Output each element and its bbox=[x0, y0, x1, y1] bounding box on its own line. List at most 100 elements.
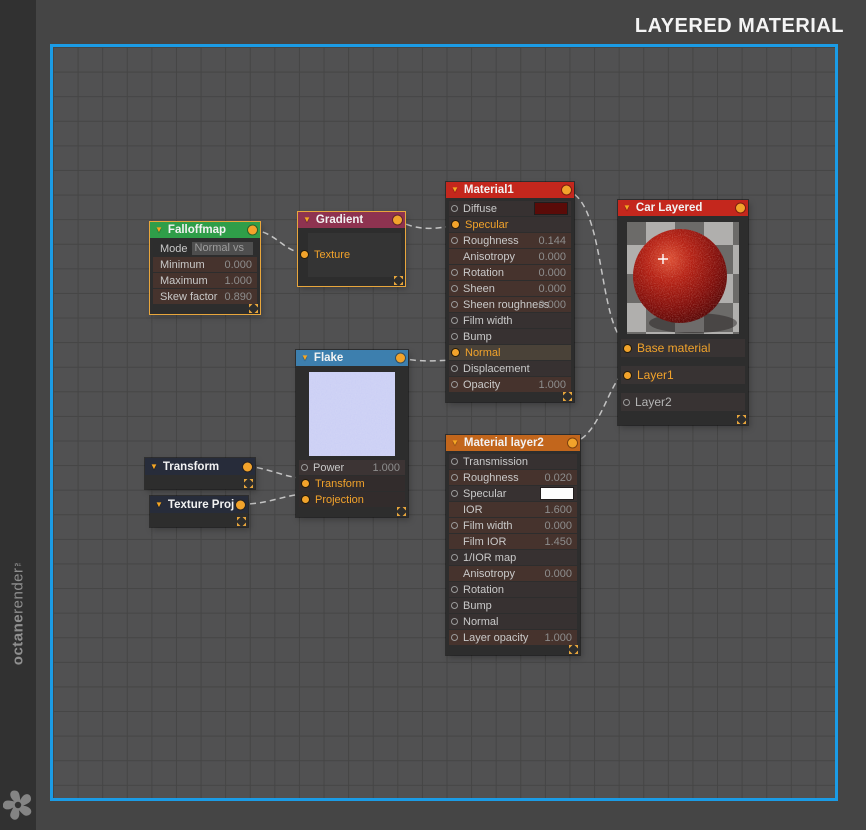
input-pin[interactable] bbox=[451, 333, 458, 340]
output-pin[interactable] bbox=[236, 500, 245, 509]
resize-icon[interactable] bbox=[249, 304, 258, 313]
param-row-specular[interactable]: Specular bbox=[449, 217, 571, 232]
resize-icon[interactable] bbox=[397, 507, 406, 516]
input-pin[interactable] bbox=[451, 458, 458, 465]
param-value[interactable]: 0.020 bbox=[544, 472, 572, 484]
input-pin[interactable] bbox=[451, 269, 458, 276]
input-pin[interactable] bbox=[451, 301, 458, 308]
resize-icon[interactable] bbox=[569, 645, 578, 654]
param-row-projection[interactable]: Projection bbox=[299, 492, 405, 507]
output-pin[interactable] bbox=[568, 438, 577, 448]
param-row-normal[interactable]: Normal bbox=[449, 614, 577, 629]
param-row-diffuse[interactable]: Diffuse bbox=[449, 201, 571, 216]
node-car-layered[interactable]: ▼ Car Layered Base material Layer1 Layer… bbox=[618, 200, 748, 425]
node-gradient[interactable]: ▼ Gradient Texture bbox=[297, 211, 406, 287]
param-row-rotation[interactable]: Rotation bbox=[449, 582, 577, 597]
param-value[interactable]: 0.000 bbox=[538, 283, 566, 295]
param-row-specular[interactable]: Specular bbox=[449, 486, 577, 501]
param-row-sheen[interactable]: Sheen 0.000 bbox=[449, 281, 571, 296]
param-value[interactable]: 0.000 bbox=[538, 267, 566, 279]
param-row-sheen-roughness[interactable]: Sheen roughness 0.000 bbox=[449, 297, 571, 312]
collapse-triangle-icon[interactable]: ▼ bbox=[155, 500, 163, 509]
param-row-1-ior-map[interactable]: 1/IOR map bbox=[449, 550, 577, 565]
node-material-layer2[interactable]: ▼ Material layer2 Transmission Roughness… bbox=[446, 435, 580, 655]
param-row-film-width[interactable]: Film width bbox=[449, 313, 571, 328]
input-pin[interactable] bbox=[301, 464, 308, 471]
node-falloffmap[interactable]: ▼ Falloffmap Mode Normal vs Minimum 0.00… bbox=[149, 221, 261, 315]
node-flake-header[interactable]: ▼ Flake bbox=[296, 350, 408, 366]
input-pin[interactable] bbox=[451, 490, 458, 497]
param-row-anisotropy[interactable]: Anisotropy 0.000 bbox=[449, 249, 571, 264]
input-pin[interactable] bbox=[451, 220, 460, 229]
input-pin[interactable] bbox=[451, 317, 458, 324]
param-value[interactable]: 0.000 bbox=[544, 520, 572, 532]
node-material1[interactable]: ▼ Material1 Diffuse Specular Roughness 0… bbox=[446, 182, 574, 402]
collapse-triangle-icon[interactable]: ▼ bbox=[303, 216, 311, 224]
input-pin[interactable] bbox=[451, 634, 458, 641]
collapse-triangle-icon[interactable]: ▼ bbox=[150, 462, 158, 471]
input-pin[interactable] bbox=[451, 205, 458, 212]
output-pin[interactable] bbox=[393, 215, 402, 225]
param-row-layer-opacity[interactable]: Layer opacity 1.000 bbox=[449, 630, 577, 645]
input-pin[interactable] bbox=[451, 381, 458, 388]
param-row-normal[interactable]: Normal bbox=[449, 345, 571, 360]
param-row-roughness[interactable]: Roughness 0.144 bbox=[449, 233, 571, 248]
collapse-triangle-icon[interactable]: ▼ bbox=[623, 204, 631, 212]
resize-icon[interactable] bbox=[394, 276, 403, 285]
input-pin[interactable] bbox=[451, 348, 460, 357]
input-pin[interactable] bbox=[300, 250, 309, 259]
param-row-base-material[interactable]: Base material bbox=[621, 339, 745, 357]
param-row-transform[interactable]: Transform bbox=[299, 476, 405, 491]
param-value[interactable]: 1.000 bbox=[372, 462, 400, 474]
param-row-roughness[interactable]: Roughness 0.020 bbox=[449, 470, 577, 485]
input-pin[interactable] bbox=[301, 479, 310, 488]
resize-icon[interactable] bbox=[737, 415, 746, 424]
collapse-triangle-icon[interactable]: ▼ bbox=[155, 226, 163, 234]
output-pin[interactable] bbox=[562, 185, 571, 195]
mode-dropdown[interactable]: Normal vs bbox=[191, 242, 253, 255]
input-pin[interactable] bbox=[623, 398, 630, 406]
param-row-transmission[interactable]: Transmission bbox=[449, 454, 577, 469]
param-value[interactable]: 0.000 bbox=[224, 259, 252, 271]
input-pin[interactable] bbox=[451, 474, 458, 481]
collapse-triangle-icon[interactable]: ▼ bbox=[451, 186, 459, 194]
param-row-layer2[interactable]: Layer2 bbox=[621, 393, 745, 411]
param-value[interactable]: 1.000 bbox=[224, 275, 252, 287]
input-pin[interactable] bbox=[301, 495, 310, 504]
diffuse-color-swatch[interactable] bbox=[535, 203, 567, 214]
param-value[interactable]: 0.000 bbox=[538, 299, 566, 311]
param-row-rotation[interactable]: Rotation 0.000 bbox=[449, 265, 571, 280]
resize-icon[interactable] bbox=[244, 479, 253, 488]
param-row-anisotropy[interactable]: Anisotropy 0.000 bbox=[449, 566, 577, 581]
param-value[interactable]: 0.144 bbox=[538, 235, 566, 247]
collapse-triangle-icon[interactable]: ▼ bbox=[451, 439, 459, 447]
param-row-power[interactable]: Power 1.000 bbox=[299, 460, 405, 475]
input-pin[interactable] bbox=[451, 618, 458, 625]
param-value[interactable]: 0.000 bbox=[544, 568, 572, 580]
input-pin[interactable] bbox=[623, 343, 632, 353]
input-pin[interactable] bbox=[451, 554, 458, 561]
node-gradient-header[interactable]: ▼ Gradient bbox=[298, 212, 405, 228]
node-transform[interactable]: ▼ Transform bbox=[145, 458, 255, 489]
node-flake[interactable]: ▼ Flake Power 1.000 Transform Projection bbox=[296, 350, 408, 517]
node-material1-header[interactable]: ▼ Material1 bbox=[446, 182, 574, 198]
input-pin[interactable] bbox=[451, 522, 458, 529]
node-transform-header[interactable]: ▼ Transform bbox=[145, 458, 255, 475]
input-pin[interactable] bbox=[451, 602, 458, 609]
param-row-skew-factor[interactable]: Skew factor 0.890 bbox=[153, 289, 257, 304]
node-material-layer2-header[interactable]: ▼ Material layer2 bbox=[446, 435, 580, 451]
param-value[interactable]: 0.000 bbox=[538, 251, 566, 263]
node-texture-proj-header[interactable]: ▼ Texture Proj bbox=[150, 496, 248, 513]
collapse-triangle-icon[interactable]: ▼ bbox=[301, 354, 309, 362]
input-pin[interactable] bbox=[451, 365, 458, 372]
param-row-minimum[interactable]: Minimum 0.000 bbox=[153, 257, 257, 272]
param-row-ior[interactable]: IOR 1.600 bbox=[449, 502, 577, 517]
node-texture-proj[interactable]: ▼ Texture Proj bbox=[150, 496, 248, 527]
output-pin[interactable] bbox=[736, 203, 745, 213]
param-row-bump[interactable]: Bump bbox=[449, 598, 577, 613]
param-row-film-width[interactable]: Film width 0.000 bbox=[449, 518, 577, 533]
input-pin[interactable] bbox=[451, 586, 458, 593]
input-pin[interactable] bbox=[451, 285, 458, 292]
param-value[interactable]: 1.450 bbox=[544, 536, 572, 548]
param-row-film-ior[interactable]: Film IOR 1.450 bbox=[449, 534, 577, 549]
